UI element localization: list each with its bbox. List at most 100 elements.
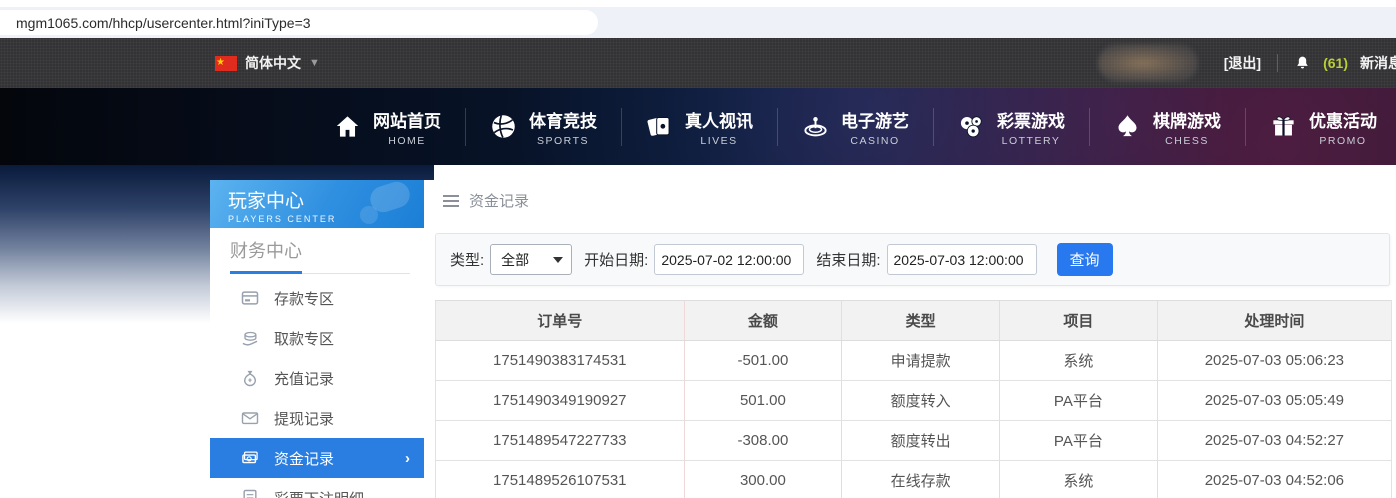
home-icon: [336, 116, 359, 137]
topbar-right: [退出] (61) 新消息: [1097, 44, 1396, 82]
page-body: 玩家中心 PLAYERS CENTER 财务中心 存款专区 取款专区 充值记录 …: [0, 165, 1396, 498]
banknote-icon: [242, 451, 258, 464]
url-text: mgm1065.com/hhcp/usercenter.html?iniType…: [16, 14, 311, 31]
chevron-right-icon: ›: [405, 449, 410, 467]
column-header-project: 项目: [999, 300, 1158, 341]
money-bag-icon: [243, 370, 257, 387]
divider: [1277, 54, 1279, 72]
spade-icon: [1118, 115, 1137, 137]
end-date-input[interactable]: [886, 244, 1037, 275]
sidebar-item-withdraw-zone[interactable]: 取款专区: [210, 318, 424, 358]
nav-divider: [777, 107, 778, 146]
cell-type: 额度转出: [841, 420, 1000, 461]
nav-item-chess[interactable]: 棋牌游戏 CHESS: [1100, 107, 1235, 147]
envelope-money-icon: [241, 412, 259, 425]
funds-records-table: 订单号 金额 类型 项目 处理时间 1751490383174531 -501.…: [435, 300, 1393, 498]
url-bar: mgm1065.com/hhcp/usercenter.html?iniType…: [0, 7, 1396, 38]
circle-decoration: [360, 206, 378, 224]
column-header-type: 类型: [841, 300, 1000, 341]
table-header-row: 订单号 金额 类型 项目 处理时间: [435, 300, 1393, 341]
nav-divider: [465, 107, 466, 146]
bell-icon[interactable]: [1294, 54, 1311, 72]
sidebar-subtitle: PLAYERS CENTER: [228, 214, 337, 224]
url-input[interactable]: mgm1065.com/hhcp/usercenter.html?iniType…: [0, 10, 598, 35]
table-row: 1751489526107531 300.00 在线存款 系统 2025-07-…: [435, 460, 1393, 498]
roulette-icon: [804, 117, 827, 137]
sidebar-item-funds-records[interactable]: 资金记录 ›: [210, 438, 424, 478]
chevron-down-icon: [553, 256, 564, 263]
cell-time: 2025-07-03 04:52:27: [1156, 420, 1393, 461]
cell-project: PA平台: [999, 420, 1158, 461]
nav-label-zh: 真人视讯: [685, 111, 753, 131]
column-header-order-no: 订单号: [435, 300, 685, 341]
sidebar-item-deposit-zone[interactable]: 存款专区: [210, 278, 424, 318]
finance-section-label: 财务中心: [230, 241, 302, 261]
language-label: 简体中文: [245, 55, 301, 71]
column-header-amount: 金额: [683, 300, 842, 341]
cell-project: 系统: [999, 460, 1158, 498]
cell-type: 额度转入: [841, 380, 1000, 421]
nav-label-en: LIVES: [700, 134, 738, 147]
playing-cards-icon: [647, 116, 670, 136]
gift-icon: [1273, 116, 1294, 136]
sidebar-item-label: 提现记录: [274, 410, 335, 428]
nav-label-zh: 体育竞技: [529, 111, 597, 131]
sidebar-menu: 存款专区 取款专区 充值记录 提现记录 资金记录 ›: [210, 278, 424, 498]
section-underline: [230, 271, 410, 274]
bank-card-icon: [241, 291, 259, 305]
start-date-label: 开始日期:: [584, 252, 649, 269]
end-date-label: 结束日期:: [816, 252, 881, 269]
sidebar-item-lottery-bet-details[interactable]: 彩票下注明细: [210, 478, 424, 498]
menu-icon: [443, 194, 459, 207]
nav-label-en: PROMO: [1319, 134, 1367, 147]
sidebar-item-withdrawal-records[interactable]: 提现记录: [210, 398, 424, 438]
cell-amount: 300.00: [683, 460, 842, 498]
nav-divider: [621, 107, 622, 146]
nav-label-en: LOTTERY: [1001, 134, 1061, 147]
nav-label-zh: 优惠活动: [1309, 111, 1377, 131]
cell-time: 2025-07-03 05:06:23: [1156, 340, 1393, 381]
sidebar-item-label: 存款专区: [274, 290, 335, 308]
nav-label-zh: 网站首页: [373, 111, 441, 131]
cell-order-no: 1751489526107531: [435, 460, 685, 498]
account-topbar: ★ 简体中文 ▼ [退出] (61) 新消息: [0, 38, 1396, 88]
nav-item-promo[interactable]: 优惠活动 PROMO: [1256, 107, 1391, 147]
type-label: 类型:: [450, 252, 485, 269]
hand-money-icon: [242, 331, 258, 346]
sports-ball-icon: [492, 115, 515, 138]
nav-item-lives[interactable]: 真人视讯 LIVES: [632, 107, 767, 147]
player-center-sidebar: 玩家中心 PLAYERS CENTER 财务中心 存款专区 取款专区 充值记录 …: [210, 180, 424, 498]
nav-item-sports[interactable]: 体育竞技 SPORTS: [476, 107, 611, 147]
nav-divider: [1245, 107, 1246, 146]
nav-item-lottery[interactable]: 彩票游戏 LOTTERY: [944, 107, 1079, 147]
cell-amount: 501.00: [683, 380, 842, 421]
new-message-link[interactable]: 新消息: [1360, 53, 1396, 73]
nav-label-en: HOME: [388, 134, 426, 147]
cell-amount: -501.00: [683, 340, 842, 381]
chevron-down-icon: ▼: [309, 57, 320, 69]
message-count-badge[interactable]: (61): [1323, 55, 1348, 71]
cell-order-no: 1751490349190927: [435, 380, 685, 421]
nav-label-zh: 彩票游戏: [997, 111, 1065, 131]
cell-project: PA平台: [999, 380, 1158, 421]
search-button[interactable]: 查询: [1056, 243, 1113, 276]
type-select-value: 全部: [501, 251, 530, 268]
nav-item-home[interactable]: 网站首页 HOME: [320, 107, 455, 147]
username-redacted: [1097, 44, 1198, 82]
type-select[interactable]: 全部: [490, 244, 573, 275]
start-date-input[interactable]: [654, 244, 805, 275]
language-selector[interactable]: ★ 简体中文 ▼: [215, 53, 320, 73]
filter-bar: 类型: 全部 开始日期: 结束日期: 查询: [435, 233, 1390, 286]
cell-type: 申请提款: [841, 340, 1000, 381]
sidebar-item-recharge-records[interactable]: 充值记录: [210, 358, 424, 398]
column-header-process-time: 处理时间: [1156, 300, 1393, 341]
sidebar-section: 财务中心: [210, 228, 424, 274]
logout-button[interactable]: [退出]: [1224, 53, 1261, 73]
cell-order-no: 1751490383174531: [435, 340, 685, 381]
table-row: 1751490383174531 -501.00 申请提款 系统 2025-07…: [435, 340, 1393, 381]
table-row: 1751490349190927 501.00 额度转入 PA平台 2025-0…: [435, 380, 1393, 421]
nav-label-en: CHESS: [1165, 134, 1209, 147]
nav-item-casino[interactable]: 电子游艺 CASINO: [788, 107, 923, 147]
cell-amount: -308.00: [683, 420, 842, 461]
sidebar-item-label: 彩票下注明细: [274, 488, 364, 498]
